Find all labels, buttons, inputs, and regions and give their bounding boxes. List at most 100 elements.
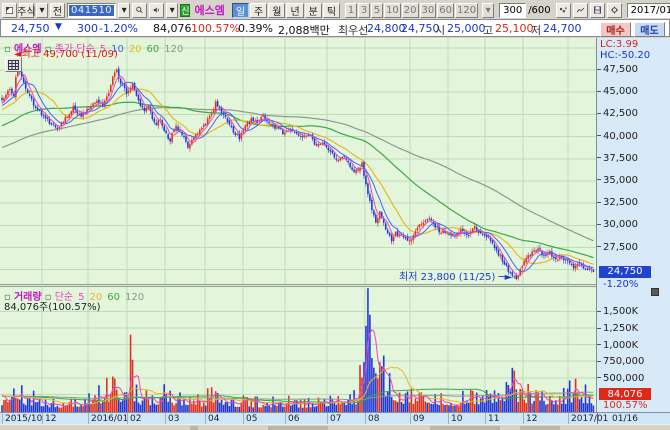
period-button-월[interactable]: 월 bbox=[268, 3, 285, 18]
minute-button-5[interactable]: 5 bbox=[371, 3, 383, 18]
prev-stock-button[interactable]: 전 bbox=[50, 3, 65, 18]
minute-button-group: 13510203060120 bbox=[345, 3, 478, 18]
volume-value: 84,076 bbox=[153, 22, 192, 35]
bar-count-input[interactable]: 300 bbox=[499, 3, 526, 18]
stock-code-value: 041510 bbox=[69, 5, 114, 16]
bar-count-total: /600 bbox=[528, 5, 550, 16]
bottom-toolbar-fragment bbox=[190, 426, 198, 430]
bottom-toolbar-clipped bbox=[0, 424, 670, 430]
sound-button[interactable] bbox=[149, 3, 164, 18]
minute-button-30[interactable]: 30 bbox=[420, 3, 437, 18]
asset-type-label: 주식 bbox=[17, 3, 35, 18]
legend-marker-icon: ▫ bbox=[4, 44, 14, 55]
price-change-pct: -1.20% bbox=[99, 22, 138, 35]
dots-icon bbox=[560, 6, 567, 15]
period-button-분[interactable]: 분 bbox=[305, 3, 322, 18]
price-change: 300 bbox=[77, 22, 98, 35]
grid-icon bbox=[8, 60, 19, 70]
panel-resize-handle[interactable] bbox=[651, 288, 659, 296]
annotation-highest: ◄최고 49,700 (11/09) bbox=[14, 45, 118, 60]
high-price: 25,100 bbox=[495, 22, 534, 35]
legend-ma-60: 60 bbox=[147, 44, 160, 55]
search-button[interactable] bbox=[132, 3, 147, 18]
price-tick-30000: 30,000 bbox=[597, 219, 638, 230]
current-price: 24,750 bbox=[11, 22, 50, 35]
annotation-lowest: 최저 23,800 (11/25) ─► bbox=[344, 268, 512, 283]
current-volume-pct: 100.57% bbox=[603, 400, 648, 411]
bottom-toolbar-fragment bbox=[520, 426, 560, 430]
price-tick-27500: 27,500 bbox=[597, 242, 638, 253]
bottom-toolbar-fragment bbox=[430, 426, 500, 430]
volume-tick-750000: 750,000 bbox=[597, 356, 644, 367]
volume-tick-500000: 500,000 bbox=[597, 373, 644, 384]
buy-button[interactable]: 매수 bbox=[600, 22, 631, 37]
current-volume-tag: 84,076 bbox=[599, 388, 651, 400]
period-button-틱[interactable]: 틱 bbox=[323, 3, 340, 18]
code-dropdown-icon[interactable]: ▾ bbox=[118, 3, 130, 18]
price-axis[interactable]: LC:3.99 HC:-50.20 24,750 -1.20% 84,076 1… bbox=[596, 38, 670, 412]
chart-window: 주식 ▾ 전 041510 ▾ ▾ 신 에스엠 일주월년분틱 135102030… bbox=[0, 0, 670, 430]
low-price: 24,700 bbox=[543, 22, 582, 35]
trade-amount: 2,088백만 bbox=[278, 22, 330, 38]
period-button-일[interactable]: 일 bbox=[232, 3, 249, 18]
open-label: 시 bbox=[435, 22, 445, 38]
open-price: 25,000 bbox=[447, 22, 486, 35]
date-axis[interactable]: 01/16 2015/10122016/01020304050607080910… bbox=[0, 412, 670, 424]
stock-name: 에스엠 bbox=[192, 2, 226, 18]
price-tick-32500: 32,500 bbox=[597, 197, 638, 208]
chart-date-value: 2017/01/16 bbox=[631, 5, 670, 16]
best-ask: 24,800 bbox=[367, 22, 406, 35]
high-label: 고 bbox=[483, 22, 493, 38]
current-price-tag: 24,750 bbox=[599, 266, 651, 278]
stock-code-input[interactable]: 041510 bbox=[67, 3, 116, 18]
period-button-년[interactable]: 년 bbox=[286, 3, 303, 18]
hc-value: HC:-50.20 bbox=[600, 50, 650, 61]
quote-info-bar: 24,750 ▼ 300 -1.20% 84,076 100.57% 0.39%… bbox=[0, 19, 670, 37]
minute-button-60[interactable]: 60 bbox=[437, 3, 454, 18]
continuous-query-button[interactable] bbox=[556, 3, 571, 18]
save-button[interactable] bbox=[590, 3, 605, 18]
price-tick-45000: 45,000 bbox=[597, 86, 638, 97]
sound-dropdown-icon[interactable]: ▾ bbox=[166, 3, 178, 18]
volume-tick-1000000: 1,000K bbox=[597, 340, 638, 351]
minute-button-10[interactable]: 10 bbox=[384, 3, 401, 18]
price-tick-37500: 37,500 bbox=[597, 153, 638, 164]
asset-type-dropdown-icon[interactable]: ▾ bbox=[36, 3, 48, 18]
minute-button-1[interactable]: 1 bbox=[345, 3, 357, 18]
legend-ma-20: 20 bbox=[129, 44, 142, 55]
chart-date-input[interactable]: 2017/01/16 bbox=[627, 3, 670, 18]
window-icon[interactable] bbox=[2, 3, 17, 18]
gear-icon bbox=[611, 5, 618, 15]
volume-summary: 84,076주(100.57%) bbox=[4, 298, 101, 313]
minute-button-3[interactable]: 3 bbox=[358, 3, 370, 18]
volume-ratio: 100.57% bbox=[191, 22, 240, 35]
legend-ma-120: 120 bbox=[125, 292, 144, 303]
best-quote-label: 최우선 bbox=[338, 22, 368, 38]
badge-label: 신 bbox=[181, 4, 189, 17]
minute-button-120[interactable]: 120 bbox=[455, 3, 478, 18]
search-icon bbox=[136, 5, 143, 15]
down-arrow-icon: ▼ bbox=[55, 22, 62, 32]
bar-count-value: 300 bbox=[503, 5, 522, 16]
trendline-tool-button[interactable] bbox=[573, 3, 588, 18]
top-toolbar: 주식 ▾ 전 041510 ▾ ▾ 신 에스엠 일주월년분틱 135102030… bbox=[0, 0, 670, 19]
speaker-icon bbox=[153, 5, 160, 15]
sell-button[interactable]: 매도 bbox=[634, 22, 665, 37]
bottom-toolbar-fragment bbox=[268, 426, 328, 430]
price-tick-47500: 47,500 bbox=[597, 64, 638, 75]
period-button-group: 일주월년분틱 bbox=[232, 3, 340, 18]
asset-type-select[interactable]: 주식 bbox=[19, 3, 34, 18]
legend-ma-120: 120 bbox=[164, 44, 183, 55]
trendline-icon bbox=[577, 6, 584, 15]
period-button-주[interactable]: 주 bbox=[250, 3, 267, 18]
price-chart[interactable] bbox=[0, 38, 596, 284]
lc-value: LC:3.99 bbox=[600, 39, 638, 50]
legend-ma-60: 60 bbox=[107, 292, 120, 303]
new-listing-badge: 신 bbox=[180, 4, 190, 17]
turnover-pct: 0.39% bbox=[238, 22, 273, 35]
minute-dropdown-icon: ▾ bbox=[482, 3, 494, 18]
settings-button[interactable] bbox=[607, 3, 622, 18]
prev-label: 전 bbox=[53, 3, 62, 18]
minute-button-20[interactable]: 20 bbox=[402, 3, 419, 18]
current-price-pct: -1.20% bbox=[603, 279, 638, 290]
